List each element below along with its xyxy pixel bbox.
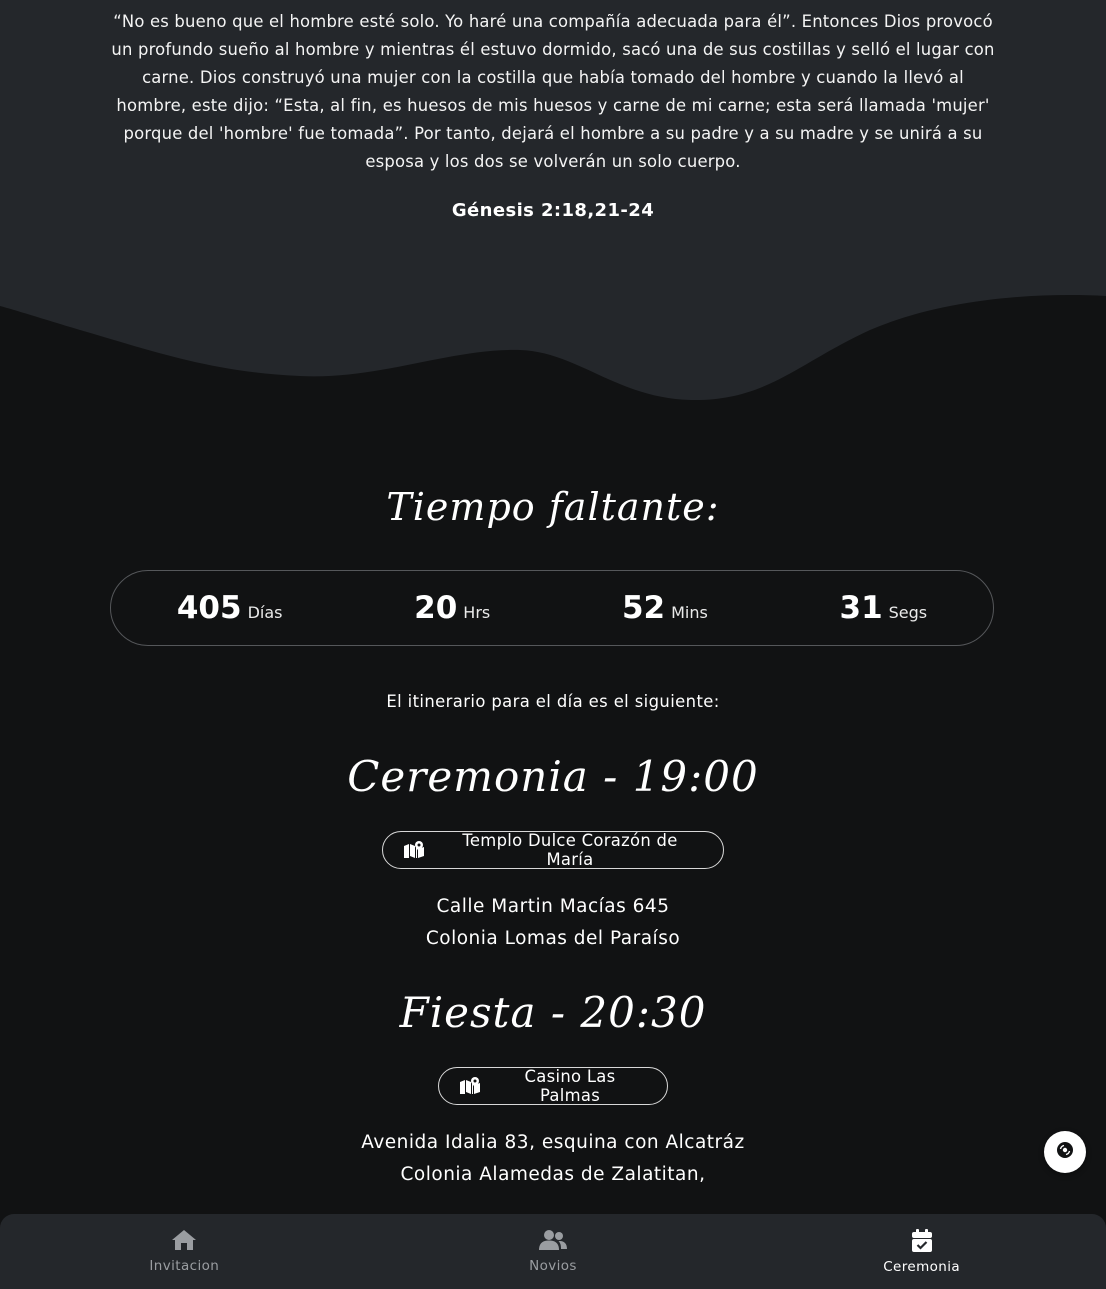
nav-item-ceremonia[interactable]: Ceremonia <box>822 1228 1022 1275</box>
ceremony-address: Calle Martin Macías 645 Colonia Lomas de… <box>0 891 1106 955</box>
party-title: Fiesta - 20:30 <box>399 988 707 1037</box>
bible-verse: “No es bueno que el hombre esté solo. Yo… <box>111 12 995 171</box>
itinerary-intro: El itinerario para el día es el siguient… <box>386 692 720 711</box>
music-toggle-button[interactable] <box>1044 1131 1086 1173</box>
party-address-line1: Avenida Idalia 83, esquina con Alcatráz <box>361 1132 745 1153</box>
users-icon <box>538 1229 567 1251</box>
home-icon <box>171 1229 197 1251</box>
nav-label-novios: Novios <box>529 1258 577 1274</box>
countdown-timer: 405 Días 20 Hrs 52 Mins 31 Segs <box>110 570 994 646</box>
seconds-label: Segs <box>888 603 928 622</box>
ceremony-title: Ceremonia - 19:00 <box>347 752 759 801</box>
ceremony-venue-button[interactable]: Templo Dulce Corazón de María <box>382 831 724 869</box>
days-value: 405 <box>176 590 242 626</box>
minutes-label: Mins <box>671 603 708 622</box>
verse-section: “No es bueno que el hombre esté solo. Yo… <box>0 0 1106 400</box>
map-location-icon <box>403 841 425 859</box>
hours-value: 20 <box>414 590 458 626</box>
countdown-days: 405 Días <box>177 590 283 626</box>
seconds-value: 31 <box>839 590 883 626</box>
ceremony-address-line1: Calle Martin Macías 645 <box>436 896 670 917</box>
verse-reference: Génesis 2:18,21-24 <box>451 200 655 221</box>
countdown-seconds: 31 Segs <box>840 590 928 626</box>
party-address: Avenida Idalia 83, esquina con Alcatráz … <box>0 1127 1106 1191</box>
nav-label-ceremonia: Ceremonia <box>883 1258 961 1275</box>
ceremony-address-line2: Colonia Lomas del Paraíso <box>425 928 681 949</box>
calendar-check-icon <box>911 1228 932 1252</box>
minutes-value: 52 <box>621 590 666 626</box>
countdown-title: Tiempo faltante: <box>386 485 720 529</box>
party-venue-label: Casino Las Palmas <box>524 1067 616 1105</box>
days-label: Días <box>247 603 283 622</box>
hours-label: Hrs <box>463 603 491 622</box>
countdown-hours: 20 Hrs <box>414 590 490 626</box>
bottom-navigation: Invitacion Novios Ceremonia <box>0 1214 1106 1289</box>
nav-label-invitacion: Invitacion <box>149 1258 220 1274</box>
nav-item-invitacion[interactable]: Invitacion <box>84 1229 284 1274</box>
party-venue-button[interactable]: Casino Las Palmas <box>438 1067 668 1105</box>
party-address-line2: Colonia Alamedas de Zalatitan, <box>400 1164 706 1185</box>
map-location-icon <box>459 1077 481 1095</box>
countdown-minutes: 52 Mins <box>622 590 708 626</box>
ceremony-venue-label: Templo Dulce Corazón de María <box>462 831 678 869</box>
nav-item-novios[interactable]: Novios <box>453 1229 653 1274</box>
music-disc-icon <box>1056 1141 1074 1163</box>
